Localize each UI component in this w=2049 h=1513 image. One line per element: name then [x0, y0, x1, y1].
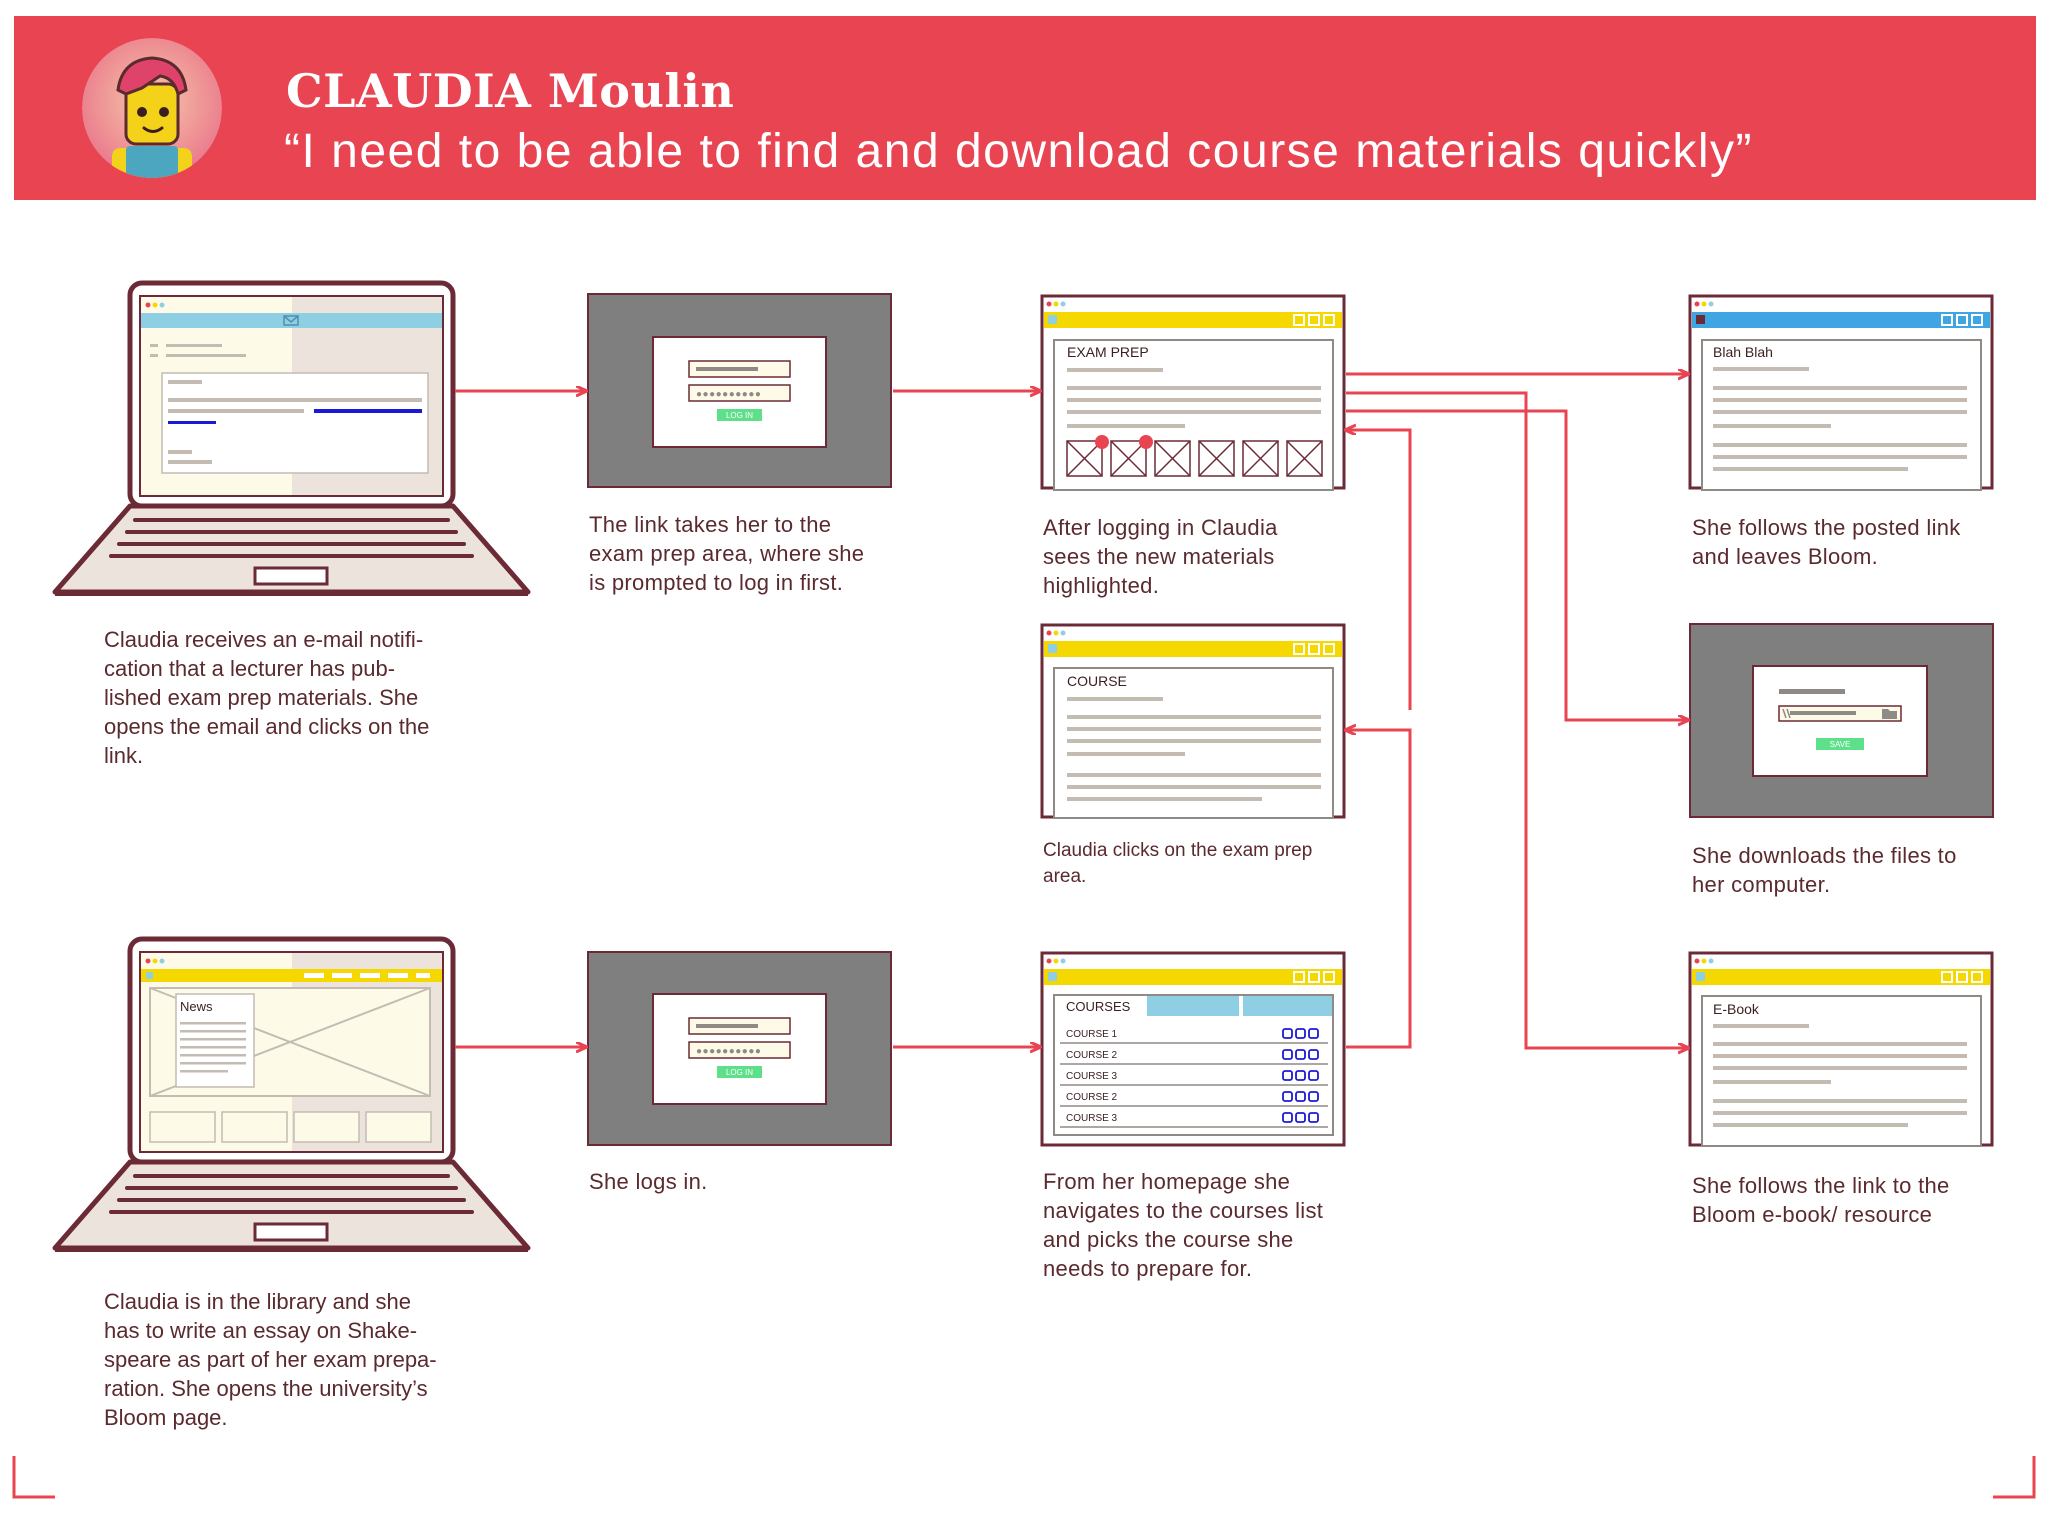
- browser-ebook: E-Book: [1688, 951, 1994, 1147]
- laptop-library: News: [52, 936, 531, 1252]
- svg-text:●●●●●●●●●●: ●●●●●●●●●●: [696, 389, 761, 400]
- course-row-label: COURSE 3: [1066, 1113, 1118, 1124]
- caption-download: She downloads the files to her computer.: [1692, 843, 1957, 897]
- browser-course: COURSE: [1040, 623, 1346, 819]
- caption-login1: The link takes her to the exam prep area…: [589, 512, 865, 595]
- course-row-label: COURSE 2: [1066, 1050, 1118, 1061]
- caption-email: Claudia receives an e-mail notifi- catio…: [104, 627, 430, 768]
- svg-text:LOG IN: LOG IN: [726, 1068, 753, 1077]
- svg-text:LOG IN: LOG IN: [726, 411, 753, 420]
- svg-text:●●●●●●●●●●: ●●●●●●●●●●: [696, 1046, 761, 1057]
- caption-exam-prep: After logging in Claudia sees the new ma…: [1043, 515, 1278, 598]
- browser-courses: COURSES COURSE 1 COURSE 2 COURSE 3 COURSE 2…: [1040, 951, 1346, 1147]
- courses-title: COURSES: [1066, 999, 1131, 1014]
- external-title: Blah Blah: [1713, 344, 1773, 360]
- course-row-label: COURSE 1: [1066, 1029, 1118, 1040]
- news-label: News: [180, 999, 213, 1014]
- caption-external: She follows the posted link and leaves B…: [1692, 515, 1961, 569]
- ebook-title: E-Book: [1713, 1001, 1760, 1017]
- caption-course: Claudia clicks on the exam prep area.: [1043, 840, 1313, 887]
- caption-login2: She logs in.: [589, 1169, 708, 1194]
- svg-text:SAVE: SAVE: [1830, 740, 1851, 749]
- course-row-label: COURSE 2: [1066, 1092, 1118, 1103]
- login-panel-2: ●●●●●●●●●● LOG IN: [587, 951, 892, 1146]
- laptop-email: [52, 280, 531, 596]
- new-material-dot: [1139, 435, 1153, 449]
- caption-library: Claudia is in the library and she has to…: [104, 1289, 437, 1430]
- course-title: COURSE: [1067, 673, 1127, 689]
- exam-prep-title: EXAM PREP: [1067, 344, 1149, 360]
- caption-courses: From her homepage she navigates to the c…: [1043, 1169, 1324, 1281]
- download-panel: SAVE: [1689, 623, 1994, 818]
- new-material-dot: [1095, 435, 1109, 449]
- caption-ebook: She follows the link to the Bloom e-book…: [1692, 1173, 1950, 1227]
- login-panel-1: ●●●●●●●●●● LOG IN: [587, 293, 892, 488]
- corner-marks: [12, 1456, 2036, 1499]
- browser-external: Blah Blah: [1688, 294, 1994, 491]
- browser-exam-prep: EXAM PREP: [1040, 294, 1346, 491]
- course-row-label: COURSE 3: [1066, 1071, 1118, 1082]
